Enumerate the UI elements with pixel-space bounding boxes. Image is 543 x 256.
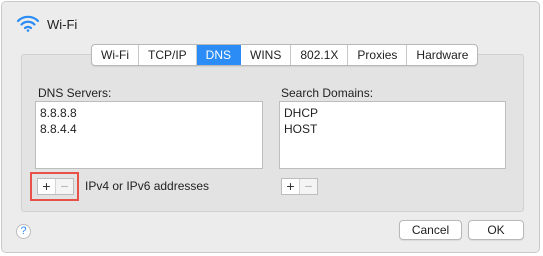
search-domains-list[interactable]: DHCP HOST (279, 101, 506, 169)
remove-dns-server-button[interactable]: − (55, 179, 73, 194)
dns-servers-hint: IPv4 or IPv6 addresses (85, 179, 210, 193)
cancel-button[interactable]: Cancel (399, 220, 462, 240)
window-title: Wi-Fi (47, 17, 78, 32)
help-button[interactable]: ? (16, 224, 31, 239)
tab-hardware[interactable]: Hardware (407, 45, 477, 65)
remove-search-domain-button[interactable]: − (299, 179, 317, 194)
add-dns-server-button[interactable]: + (38, 179, 55, 194)
dns-servers-list[interactable]: 8.8.8.8 8.8.4.4 (35, 101, 263, 169)
domain-add-remove-control: + − (281, 178, 318, 195)
list-item[interactable]: 8.8.8.8 (40, 105, 258, 121)
tab-bar: Wi-Fi TCP/IP DNS WINS 802.1X Proxies Har… (91, 44, 479, 66)
tab-dns[interactable]: DNS (196, 45, 241, 65)
dns-servers-label: DNS Servers: (38, 86, 112, 100)
list-item[interactable]: DHCP (284, 105, 501, 121)
list-item[interactable]: 8.8.4.4 (40, 121, 258, 137)
tab-8021x[interactable]: 802.1X (291, 45, 349, 65)
wifi-icon (16, 15, 40, 32)
search-domains-label: Search Domains: (281, 86, 374, 100)
list-item[interactable]: HOST (284, 121, 501, 137)
ok-button[interactable]: OK (468, 220, 524, 240)
tab-proxies[interactable]: Proxies (348, 45, 408, 65)
tab-tcpip[interactable]: TCP/IP (139, 45, 197, 65)
dns-add-remove-control: + − (37, 178, 74, 195)
add-search-domain-button[interactable]: + (282, 179, 299, 194)
tab-wins[interactable]: WINS (241, 45, 292, 65)
tab-wifi[interactable]: Wi-Fi (92, 45, 139, 65)
